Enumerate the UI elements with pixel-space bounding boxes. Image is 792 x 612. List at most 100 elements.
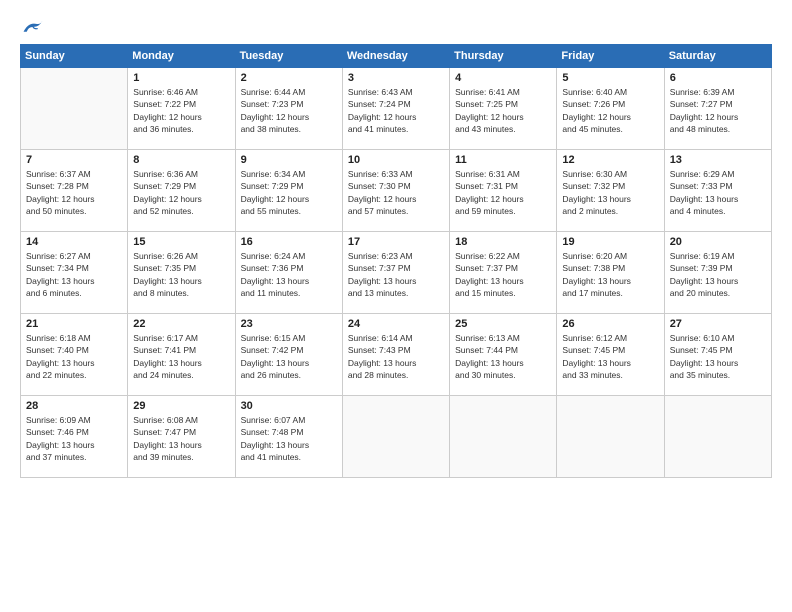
calendar-cell: 16 Sunrise: 6:24 AMSunset: 7:36 PMDayligh… [235,232,342,314]
day-number: 28 [26,400,122,412]
day-info: Sunrise: 6:39 AMSunset: 7:27 PMDaylight:… [670,86,766,135]
day-info: Sunrise: 6:10 AMSunset: 7:45 PMDaylight:… [670,332,766,381]
day-info: Sunrise: 6:15 AMSunset: 7:42 PMDaylight:… [241,332,337,381]
day-info: Sunrise: 6:24 AMSunset: 7:36 PMDaylight:… [241,250,337,299]
day-number: 12 [562,154,658,166]
day-info: Sunrise: 6:18 AMSunset: 7:40 PMDaylight:… [26,332,122,381]
calendar-cell: 27Sunrise: 6:10 AMSunset: 7:45 PMDayligh… [664,314,771,396]
day-info: Sunrise: 6:22 AMSunset: 7:37 PMDaylight:… [455,250,551,299]
day-number: 11 [455,154,551,166]
day-info: Sunrise: 6:08 AMSunset: 7:47 PMDaylight:… [133,414,229,463]
weekday-header-friday: Friday [557,45,664,68]
day-info: Sunrise: 6:34 AMSunset: 7:29 PMDaylight:… [241,168,337,217]
weekday-header-row: SundayMondayTuesdayWednesdayThursdayFrid… [21,45,772,68]
calendar-cell: 21 Sunrise: 6:18 AMSunset: 7:40 PMDayligh… [21,314,128,396]
day-number: 18 [455,236,551,248]
day-info: Sunrise: 6:40 AMSunset: 7:26 PMDaylight:… [562,86,658,135]
day-info: Sunrise: 6:09 AMSunset: 7:46 PMDaylight:… [26,414,122,463]
day-number: 29 [133,400,229,412]
day-number: 16 [241,236,337,248]
weekday-header-tuesday: Tuesday [235,45,342,68]
day-number: 15 [133,236,229,248]
calendar-cell: 3 Sunrise: 6:43 AMSunset: 7:24 PMDaylight… [342,68,449,150]
calendar-cell: 15Sunrise: 6:26 AMSunset: 7:35 PMDayligh… [128,232,235,314]
day-info: Sunrise: 6:46 AMSunset: 7:22 PMDaylight:… [133,86,229,135]
day-number: 13 [670,154,766,166]
day-number: 6 [670,72,766,84]
logo-bird-icon [22,18,44,36]
weekday-header-monday: Monday [128,45,235,68]
day-number: 24 [348,318,444,330]
calendar-cell: 10 Sunrise: 6:33 AMSunset: 7:30 PMDayligh… [342,150,449,232]
day-number: 7 [26,154,122,166]
calendar-cell: 11Sunrise: 6:31 AMSunset: 7:31 PMDayligh… [450,150,557,232]
calendar-table: SundayMondayTuesdayWednesdayThursdayFrid… [20,44,772,478]
day-info: Sunrise: 6:23 AMSunset: 7:37 PMDaylight:… [348,250,444,299]
day-number: 14 [26,236,122,248]
day-info: Sunrise: 6:41 AMSunset: 7:25 PMDaylight:… [455,86,551,135]
day-number: 21 [26,318,122,330]
calendar-cell: 2 Sunrise: 6:44 AMSunset: 7:23 PMDaylight… [235,68,342,150]
day-info: Sunrise: 6:12 AMSunset: 7:45 PMDaylight:… [562,332,658,381]
day-number: 20 [670,236,766,248]
day-info: Sunrise: 6:37 AMSunset: 7:28 PMDaylight:… [26,168,122,217]
day-number: 2 [241,72,337,84]
calendar-cell: 26 Sunrise: 6:12 AMSunset: 7:45 PMDayligh… [557,314,664,396]
calendar-cell: 30 Sunrise: 6:07 AMSunset: 7:48 PMDayligh… [235,396,342,478]
calendar-cell: 6 Sunrise: 6:39 AMSunset: 7:27 PMDaylight… [664,68,771,150]
day-number: 8 [133,154,229,166]
calendar-cell: 4 Sunrise: 6:41 AMSunset: 7:25 PMDaylight… [450,68,557,150]
day-number: 22 [133,318,229,330]
calendar-cell: 18 Sunrise: 6:22 AMSunset: 7:37 PMDayligh… [450,232,557,314]
day-number: 10 [348,154,444,166]
day-number: 23 [241,318,337,330]
calendar-cell: 23 Sunrise: 6:15 AMSunset: 7:42 PMDayligh… [235,314,342,396]
day-info: Sunrise: 6:14 AMSunset: 7:43 PMDaylight:… [348,332,444,381]
calendar-cell: 28 Sunrise: 6:09 AMSunset: 7:46 PMDayligh… [21,396,128,478]
calendar-cell: 25 Sunrise: 6:13 AMSunset: 7:44 PMDayligh… [450,314,557,396]
day-info: Sunrise: 6:27 AMSunset: 7:34 PMDaylight:… [26,250,122,299]
day-number: 26 [562,318,658,330]
day-info: Sunrise: 6:17 AMSunset: 7:41 PMDaylight:… [133,332,229,381]
weekday-header-sunday: Sunday [21,45,128,68]
weekday-header-thursday: Thursday [450,45,557,68]
day-number: 9 [241,154,337,166]
calendar-cell: 19 Sunrise: 6:20 AMSunset: 7:38 PMDayligh… [557,232,664,314]
day-number: 5 [562,72,658,84]
calendar-cell: 29 Sunrise: 6:08 AMSunset: 7:47 PMDayligh… [128,396,235,478]
day-number: 17 [348,236,444,248]
day-info: Sunrise: 6:44 AMSunset: 7:23 PMDaylight:… [241,86,337,135]
calendar-cell: 8 Sunrise: 6:36 AMSunset: 7:29 PMDaylight… [128,150,235,232]
day-info: Sunrise: 6:36 AMSunset: 7:29 PMDaylight:… [133,168,229,217]
day-number: 19 [562,236,658,248]
calendar-cell: 7 Sunrise: 6:37 AMSunset: 7:28 PMDaylight… [21,150,128,232]
weekday-header-saturday: Saturday [664,45,771,68]
calendar-cell: 9 Sunrise: 6:34 AMSunset: 7:29 PMDaylight… [235,150,342,232]
calendar-cell: 1 Sunrise: 6:46 AMSunset: 7:22 PMDaylight… [128,68,235,150]
week-row-1: 1 Sunrise: 6:46 AMSunset: 7:22 PMDaylight… [21,68,772,150]
calendar-cell [342,396,449,478]
day-info: Sunrise: 6:30 AMSunset: 7:32 PMDaylight:… [562,168,658,217]
day-number: 25 [455,318,551,330]
day-number: 30 [241,400,337,412]
day-number: 3 [348,72,444,84]
week-row-5: 28 Sunrise: 6:09 AMSunset: 7:46 PMDayligh… [21,396,772,478]
calendar-cell: 24 Sunrise: 6:14 AMSunset: 7:43 PMDayligh… [342,314,449,396]
week-row-2: 7 Sunrise: 6:37 AMSunset: 7:28 PMDaylight… [21,150,772,232]
page: SundayMondayTuesdayWednesdayThursdayFrid… [0,0,792,612]
day-info: Sunrise: 6:43 AMSunset: 7:24 PMDaylight:… [348,86,444,135]
calendar-cell [557,396,664,478]
day-info: Sunrise: 6:29 AMSunset: 7:33 PMDaylight:… [670,168,766,217]
day-number: 4 [455,72,551,84]
day-info: Sunrise: 6:07 AMSunset: 7:48 PMDaylight:… [241,414,337,463]
calendar-cell: 12 Sunrise: 6:30 AMSunset: 7:32 PMDayligh… [557,150,664,232]
day-info: Sunrise: 6:20 AMSunset: 7:38 PMDaylight:… [562,250,658,299]
day-info: Sunrise: 6:19 AMSunset: 7:39 PMDaylight:… [670,250,766,299]
day-number: 1 [133,72,229,84]
calendar-cell [664,396,771,478]
weekday-header-wednesday: Wednesday [342,45,449,68]
day-info: Sunrise: 6:13 AMSunset: 7:44 PMDaylight:… [455,332,551,381]
day-info: Sunrise: 6:33 AMSunset: 7:30 PMDaylight:… [348,168,444,217]
header [20,18,772,36]
calendar-cell: 14 Sunrise: 6:27 AMSunset: 7:34 PMDayligh… [21,232,128,314]
